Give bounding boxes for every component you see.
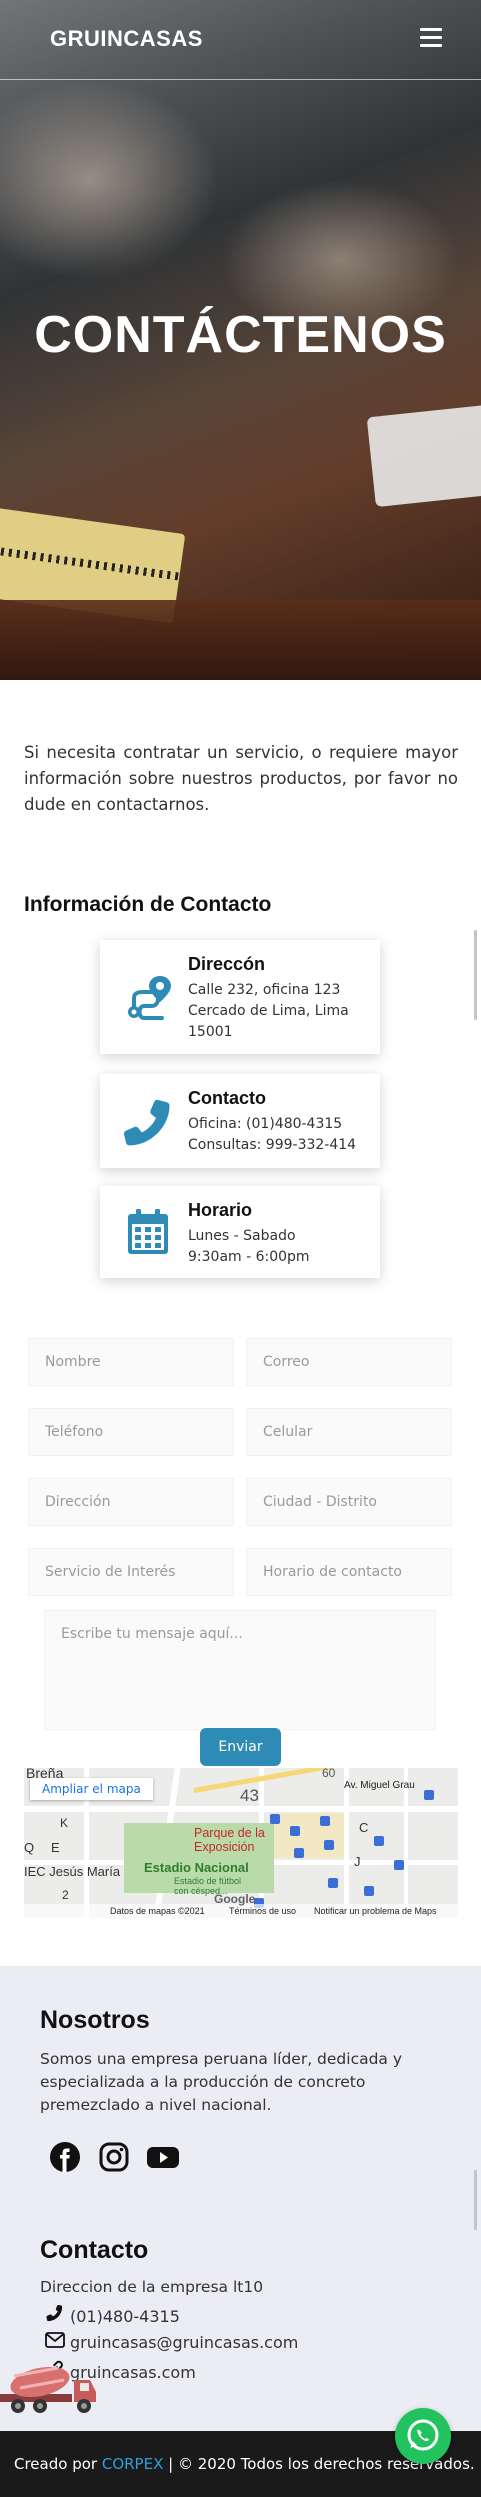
map-terms-link[interactable]: Términos de uso bbox=[229, 1906, 296, 1916]
map-pin bbox=[424, 1790, 434, 1800]
calendar-icon bbox=[122, 1206, 174, 1258]
about-text: Somos una empresa peruana líder, dedicad… bbox=[40, 2050, 403, 2114]
whatsapp-icon[interactable] bbox=[395, 2408, 451, 2464]
card-title: Direccón bbox=[188, 954, 266, 974]
map-pin bbox=[294, 1848, 304, 1858]
schedule-card: Horario Lunes - Sabado 9:30am - 6:00pm bbox=[100, 1186, 380, 1278]
map-pin bbox=[324, 1840, 334, 1850]
instagram-icon[interactable] bbox=[97, 2140, 131, 2174]
map-label: IEC Jesús María bbox=[24, 1864, 121, 1879]
youtube-icon[interactable] bbox=[146, 2140, 180, 2174]
name-field[interactable]: Nombre bbox=[28, 1338, 234, 1386]
concrete-truck-icon bbox=[0, 2356, 100, 2418]
map-pin bbox=[374, 1836, 384, 1846]
map-pin bbox=[328, 1878, 338, 1888]
contact-card: Contacto Oficina: (01)480-4315 Consultas… bbox=[100, 1074, 380, 1168]
hero-image-paper bbox=[366, 402, 481, 508]
corpex-link[interactable]: CORPEX bbox=[102, 2455, 164, 2473]
about-title: Nosotros bbox=[40, 2006, 150, 2034]
hero-banner: GRUINCASAS CONTÁCTENOS bbox=[0, 0, 481, 680]
hamburger-icon[interactable] bbox=[420, 28, 442, 48]
footer-email-text: gruincasas@gruincasas.com bbox=[70, 2333, 299, 2352]
map-pin bbox=[290, 1826, 300, 1836]
intro-text: Si necesita contratar un servicio, o req… bbox=[24, 743, 458, 814]
footer-phone-text: (01)480-4315 bbox=[70, 2307, 180, 2326]
phone-icon bbox=[44, 2304, 66, 2326]
card-line: Oficina: (01)480-4315 bbox=[188, 1116, 343, 1132]
envelope-icon bbox=[44, 2332, 66, 2352]
site-logo[interactable]: GRUINCASAS bbox=[50, 26, 203, 52]
card-line: Cercado de Lima, Lima bbox=[188, 1003, 349, 1019]
scrollbar[interactable] bbox=[474, 2170, 477, 2230]
map-pin bbox=[394, 1860, 404, 1870]
card-title: Contacto bbox=[188, 1088, 266, 1108]
navbar: GRUINCASAS bbox=[0, 0, 481, 80]
address-card: Direccón Calle 232, oficina 123 Cercado … bbox=[100, 940, 380, 1054]
map-embed[interactable]: Ampliar el mapa Breña 60 Av. Miguel Grau… bbox=[24, 1768, 458, 1918]
card-line: Calle 232, oficina 123 bbox=[188, 982, 341, 998]
map-label: Q bbox=[24, 1840, 35, 1855]
card-line: Consultas: 999-332-414 bbox=[188, 1137, 357, 1153]
enlarge-map-link[interactable]: Ampliar el mapa bbox=[30, 1778, 153, 1800]
hero-image-table bbox=[0, 600, 481, 680]
card-title: Horario bbox=[188, 1200, 253, 1220]
credits-prefix: Creado por bbox=[14, 2455, 98, 2473]
map-brand: Google bbox=[214, 1892, 256, 1906]
contact-time-field[interactable]: Horario de contacto bbox=[246, 1548, 452, 1596]
footer-email[interactable]: gruincasas@gruincasas.com bbox=[44, 2332, 298, 2352]
map-label: K bbox=[60, 1816, 69, 1830]
card-line: Lunes - Sabado bbox=[188, 1228, 296, 1244]
service-field[interactable]: Servicio de Interés bbox=[28, 1548, 234, 1596]
card-line: 15001 bbox=[188, 1024, 233, 1040]
map-label: Parque de la Exposición bbox=[194, 1826, 265, 1854]
map-label: Breña bbox=[26, 1768, 64, 1781]
map-pin bbox=[320, 1816, 330, 1826]
map-label: J bbox=[354, 1854, 361, 1869]
submit-button[interactable]: Enviar bbox=[200, 1728, 281, 1766]
company-address: Direccion de la empresa lt10 bbox=[40, 2278, 264, 2296]
route-icon bbox=[122, 972, 174, 1024]
mobile-field[interactable]: Celular bbox=[246, 1408, 452, 1456]
map-label: 2 bbox=[62, 1888, 69, 1902]
map-report-link[interactable]: Notificar un problema de Maps bbox=[314, 1906, 437, 1916]
contact-info-title: Información de Contacto bbox=[24, 893, 272, 916]
map-label: Av. Miguel Grau bbox=[344, 1780, 415, 1791]
map-pin bbox=[364, 1886, 374, 1896]
map-label: Estadio Nacional bbox=[144, 1860, 249, 1875]
map-footer: Google Datos de mapas ©2021 Términos de … bbox=[24, 1892, 458, 1918]
footer-phone[interactable]: (01)480-4315 bbox=[44, 2304, 180, 2326]
map-pin bbox=[270, 1814, 280, 1824]
map-label: C bbox=[359, 1820, 369, 1835]
facebook-icon[interactable] bbox=[48, 2140, 82, 2174]
phone-icon bbox=[122, 1096, 174, 1148]
footer-contact-title: Contacto bbox=[40, 2236, 149, 2264]
phone-field[interactable]: Teléfono bbox=[28, 1408, 234, 1456]
map-label: 43 bbox=[240, 1786, 259, 1805]
scrollbar[interactable] bbox=[474, 930, 477, 1020]
map-label: E bbox=[51, 1840, 60, 1855]
card-line: 9:30am - 6:00pm bbox=[188, 1249, 310, 1265]
address-field[interactable]: Dirección bbox=[28, 1478, 234, 1526]
map-label: 60 bbox=[322, 1768, 336, 1780]
message-textarea[interactable]: Escribe tu mensaje aquí... bbox=[44, 1610, 436, 1730]
map-data-credit: Datos de mapas ©2021 bbox=[110, 1906, 205, 1916]
email-field[interactable]: Correo bbox=[246, 1338, 452, 1386]
city-district-field[interactable]: Ciudad - Distrito bbox=[246, 1478, 452, 1526]
page-title: CONTÁCTENOS bbox=[34, 306, 447, 364]
